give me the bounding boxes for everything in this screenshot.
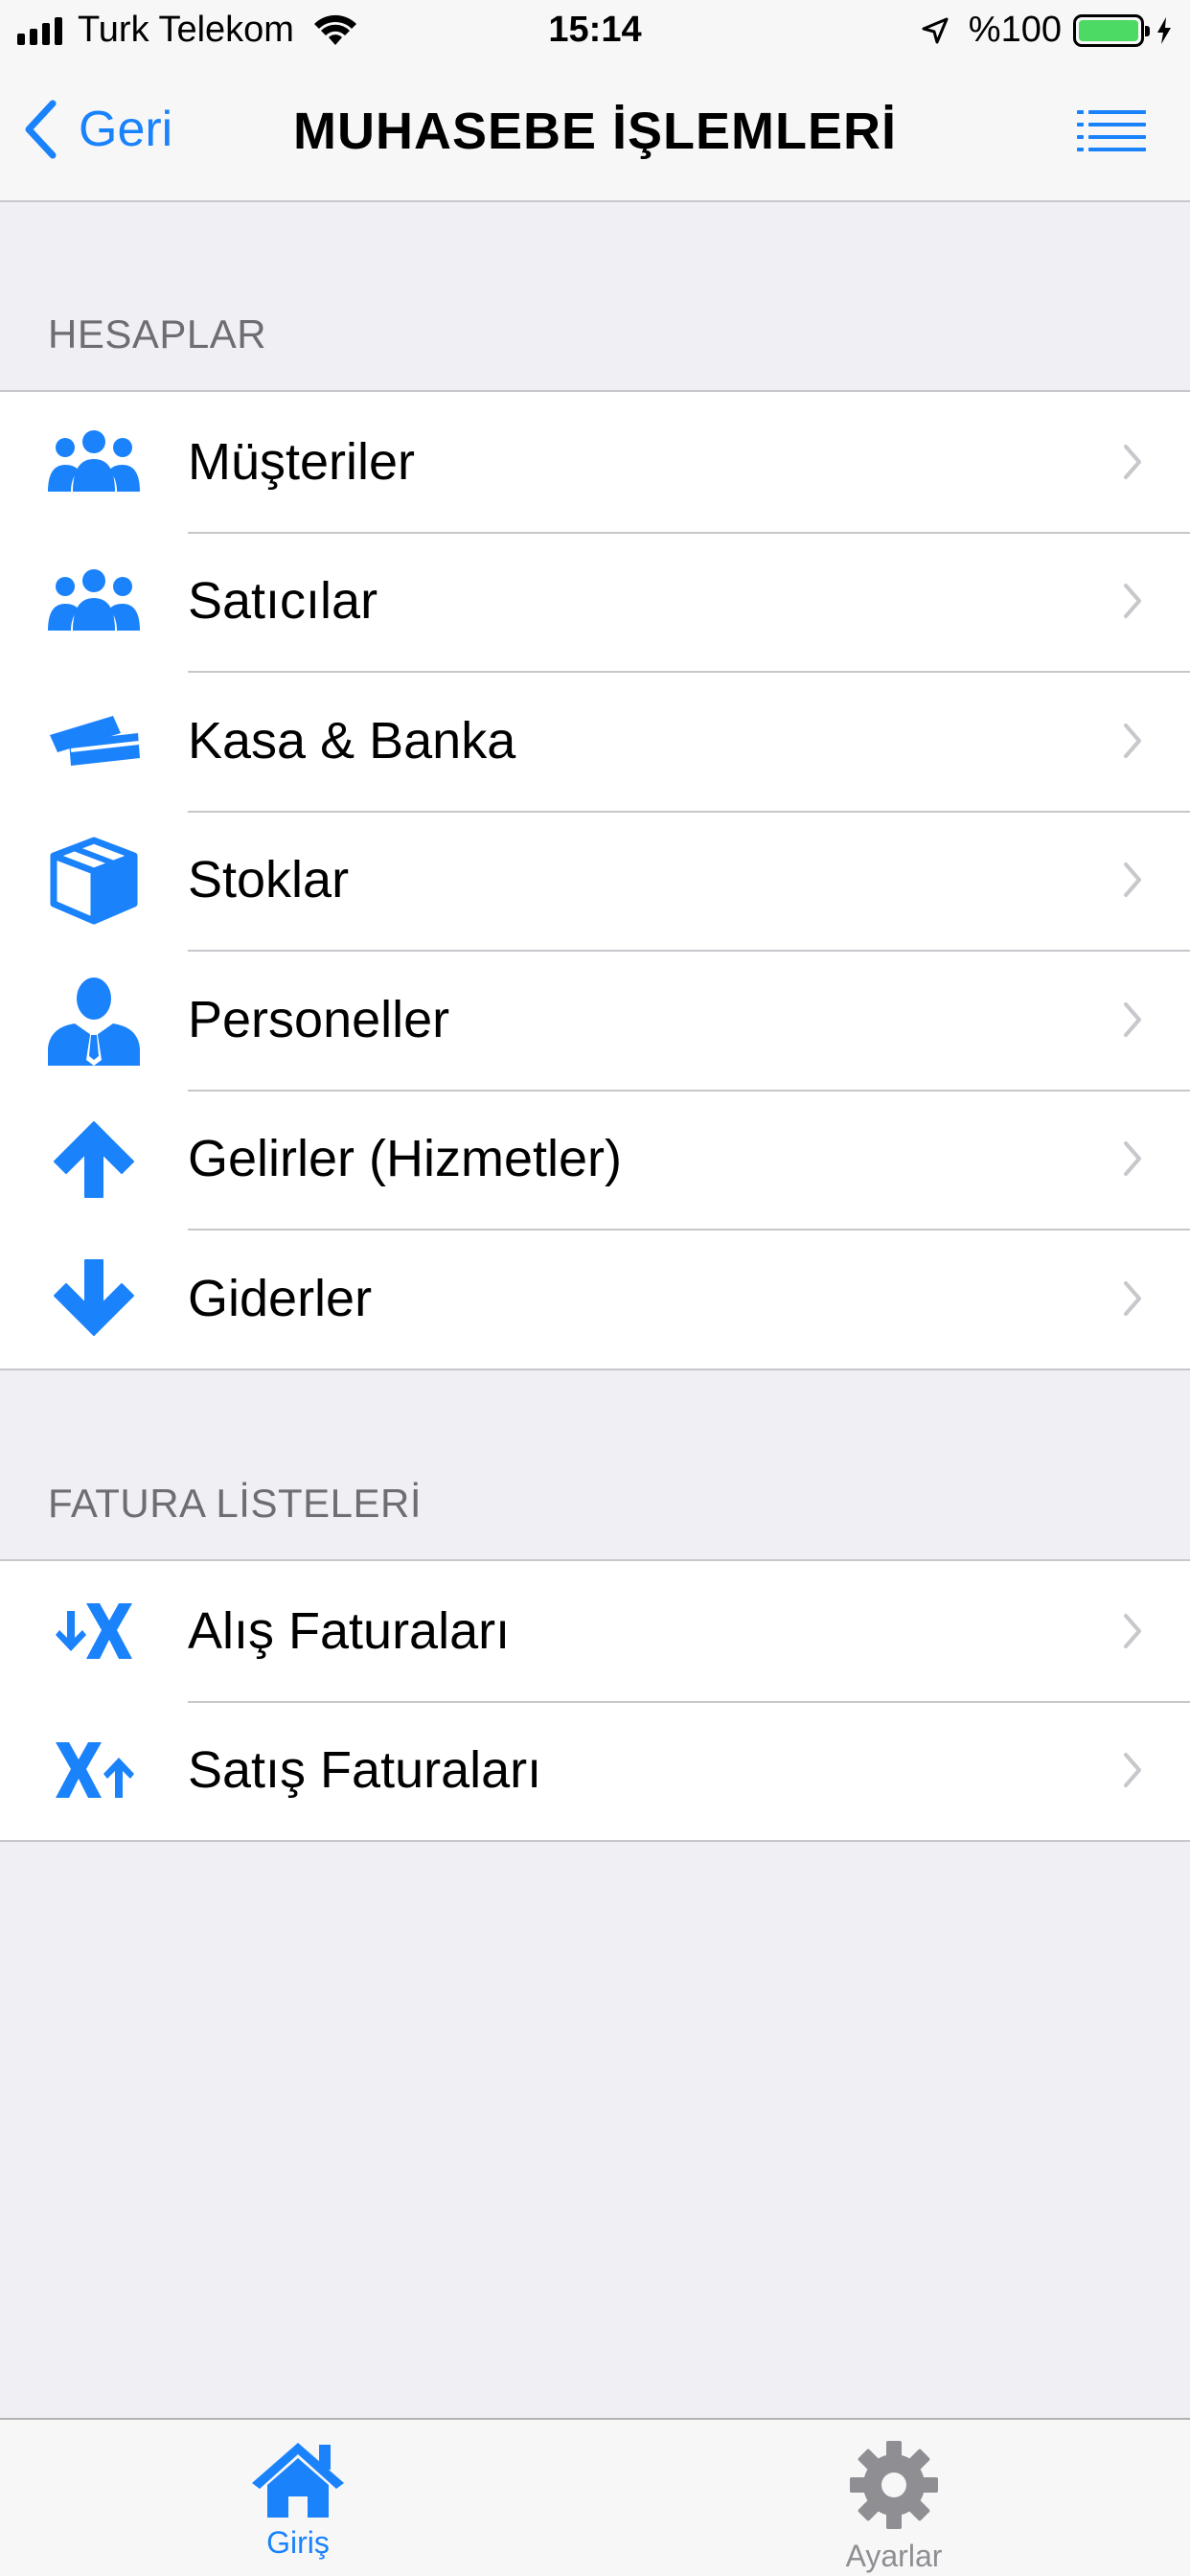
users-icon [44,419,144,505]
row-musteriler[interactable]: Müşteriler [0,392,1190,532]
row-label: Personeller [188,990,450,1048]
tab-bar: Giriş Ayarlar [0,2418,1190,2576]
signal-icon [17,16,62,45]
chevron-right-icon [1124,862,1141,898]
list-icon [1077,110,1146,151]
chevron-right-icon [1124,1280,1141,1316]
row-label: Satıcılar [188,572,378,631]
row-label: Giderler [188,1269,373,1327]
row-kasa-banka[interactable]: Kasa & Banka [0,671,1190,811]
charging-bolt-icon [1157,16,1171,44]
row-alis-faturalari[interactable]: Alış Faturaları [0,1561,1190,1701]
person-tie-icon [44,977,144,1066]
box-icon [44,837,144,925]
arrow-down-icon [44,1255,144,1342]
row-label: Satış Faturaları [188,1741,542,1800]
carrier-name: Turk Telekom [78,10,294,50]
row-personeller[interactable]: Personeller [0,950,1190,1090]
chevron-left-icon [25,100,57,159]
chevron-right-icon [1124,1753,1141,1788]
chevron-right-icon [1124,1001,1141,1037]
tab-ayarlar[interactable]: Ayarlar [750,2420,1038,2576]
row-label: Stoklar [188,851,350,909]
battery-icon [1073,13,1150,47]
chevron-right-icon [1124,1613,1141,1648]
row-giderler[interactable]: Giderler [0,1229,1190,1368]
arrow-up-icon [44,1116,144,1202]
row-label: Gelirler (Hizmetler) [188,1130,623,1188]
status-left: Turk Telekom [17,10,357,51]
row-satis-faturalari[interactable]: Satış Faturaları [0,1700,1190,1841]
row-gelirler[interactable]: Gelirler (Hizmetler) [0,1089,1190,1230]
gear-icon [850,2441,938,2529]
section-header-hesaplar: HESAPLAR [48,311,267,356]
back-label: Geri [79,102,173,157]
cards-icon [44,698,144,784]
chevron-right-icon [1124,1141,1141,1177]
row-label: Alış Faturaları [188,1601,511,1660]
location-arrow-icon [922,17,949,43]
chevron-right-icon [1124,584,1141,619]
menu-button[interactable] [1077,109,1146,156]
battery-percent: %100 [968,10,1062,50]
status-right: %100 [921,10,1173,51]
row-label: Müşteriler [188,432,416,491]
page-title: MUHASEBE İŞLEMLERİ [292,103,898,160]
tab-label: Giriş [266,2525,330,2560]
invoice-in-icon [44,1588,144,1674]
tab-giris[interactable]: Giriş [154,2420,442,2576]
users-icon [44,558,144,644]
home-icon [252,2443,344,2518]
row-saticilar[interactable]: Satıcılar [0,531,1190,672]
section-header-fatura-listeleri: FATURA LİSTELERİ [48,1481,422,1526]
wifi-icon [313,14,356,45]
status-bar: Turk Telekom 15:14 %100 [0,0,1190,63]
invoice-out-icon [44,1727,144,1813]
back-button[interactable]: Geri [23,100,172,159]
navigation-bar: Geri MUHASEBE İŞLEMLERİ [0,63,1190,202]
row-stoklar[interactable]: Stoklar [0,810,1190,951]
tab-label: Ayarlar [845,2539,943,2573]
group-hesaplar: Müşteriler Satıcılar Kasa & Banka Stokla… [0,390,1190,1370]
row-label: Kasa & Banka [188,711,516,770]
chevron-right-icon [1124,444,1141,479]
group-fatura-listeleri: Alış Faturaları Satış Faturaları [0,1559,1190,1842]
chevron-right-icon [1124,723,1141,758]
